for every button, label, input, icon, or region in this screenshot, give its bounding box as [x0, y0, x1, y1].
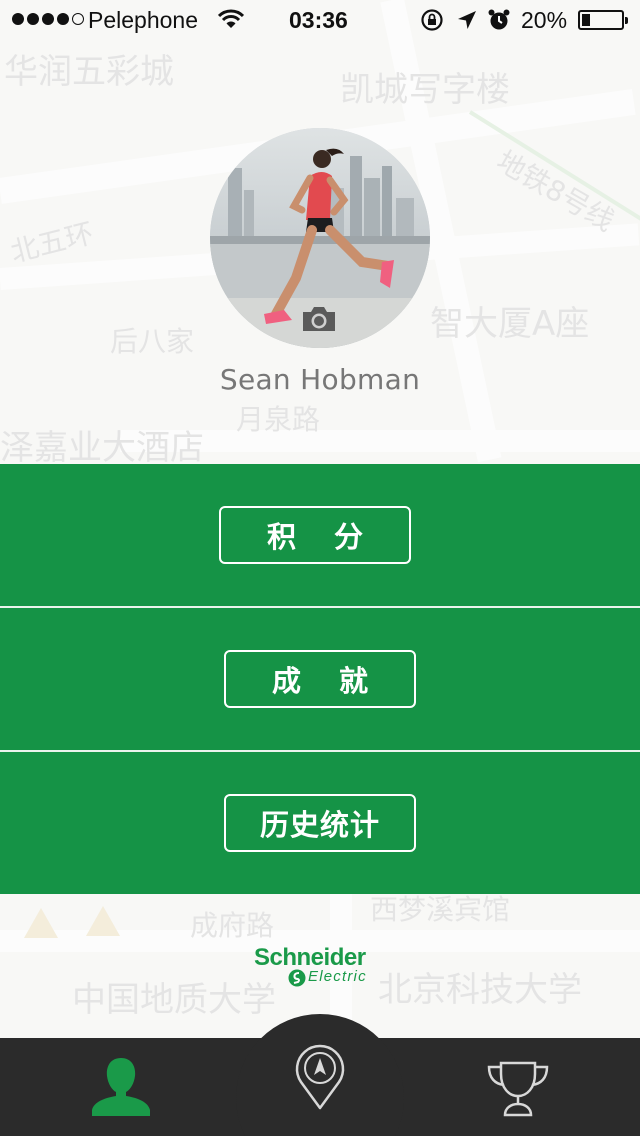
- alarm-clock-icon: [488, 9, 510, 30]
- schneider-electric-logo: Schneider Electric: [254, 944, 394, 990]
- status-bar: Pelephone 03:36 20%: [0, 0, 640, 40]
- signal-dot: [57, 13, 69, 25]
- navigation-pin-icon[interactable]: [293, 1044, 347, 1112]
- person-icon[interactable]: [88, 1054, 154, 1118]
- menu-row-achievements: 成就: [0, 608, 640, 750]
- status-time: 03:36: [289, 7, 348, 33]
- points-button[interactable]: 积分: [219, 506, 411, 564]
- battery-level-fill: [582, 14, 590, 26]
- signal-dot: [12, 13, 24, 25]
- menu-row-history: 历史统计: [0, 752, 640, 894]
- menu-row-points: 积分: [0, 464, 640, 606]
- brand-sub: Electric: [308, 968, 367, 985]
- signal-dot: [72, 13, 84, 25]
- signal-dot: [27, 13, 39, 25]
- rotation-lock-icon: [421, 9, 443, 31]
- brand-mark-icon: [288, 969, 306, 987]
- carrier-name: Pelephone: [88, 7, 198, 33]
- achievements-button[interactable]: 成就: [224, 650, 416, 708]
- signal-strength-icon: [12, 13, 84, 25]
- location-arrow-icon: [458, 11, 476, 29]
- trophy-icon[interactable]: [485, 1060, 551, 1118]
- wifi-icon: [218, 9, 244, 28]
- signal-dot: [42, 13, 54, 25]
- history-stats-button[interactable]: 历史统计: [224, 794, 416, 852]
- battery-icon: [578, 10, 628, 30]
- battery-percentage: 20%: [521, 7, 568, 33]
- camera-icon[interactable]: [301, 305, 337, 333]
- user-name: Sean Hobman: [219, 363, 421, 396]
